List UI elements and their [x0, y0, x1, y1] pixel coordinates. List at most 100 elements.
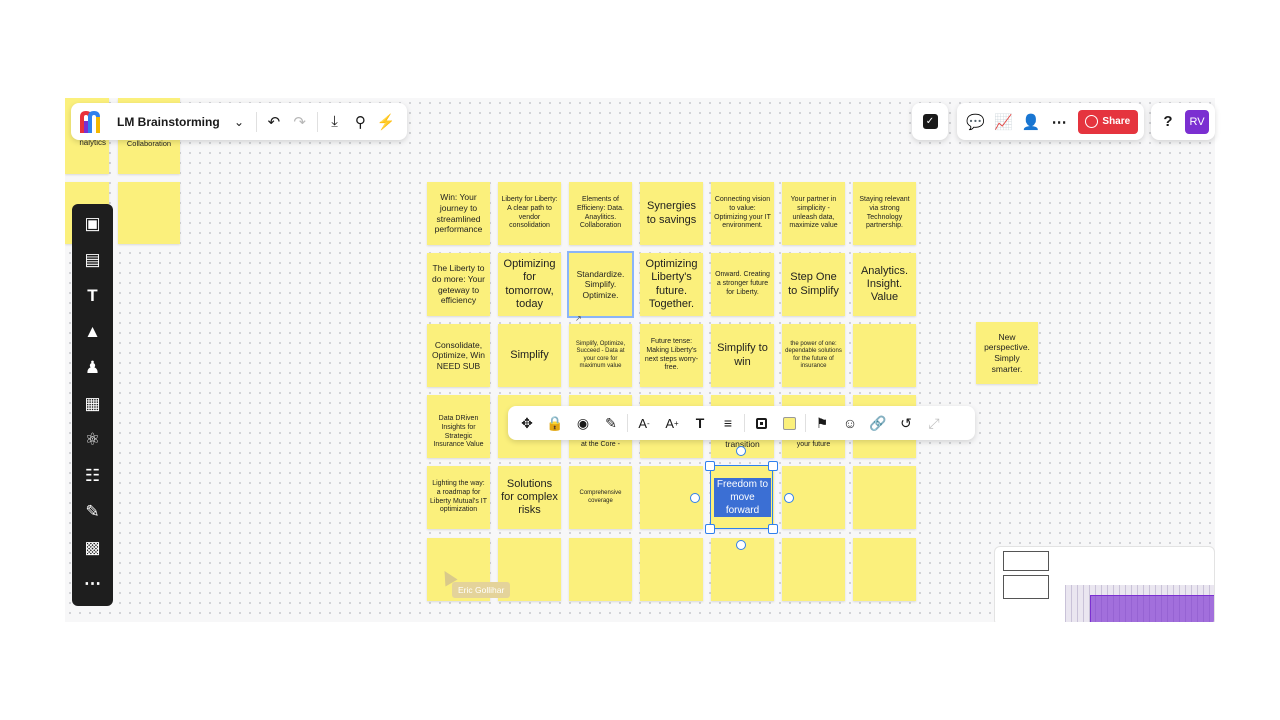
font-decrease-icon[interactable]: A-	[630, 409, 658, 437]
connector-handle[interactable]	[690, 493, 700, 503]
resize-handle[interactable]	[705, 524, 715, 534]
board-canvas[interactable]: nalytics Collaboration Win: Your journey…	[65, 98, 1215, 622]
sticky-note[interactable]: Staying relevant via strong Technology p…	[853, 182, 916, 245]
mind-map-icon[interactable]: ⚛	[73, 422, 113, 458]
more-icon[interactable]: ⋯	[73, 566, 113, 602]
add-reaction-icon[interactable]: ☺	[836, 409, 864, 437]
sticky-note-text: Consolidate, Optimize, Win NEED SUB	[432, 339, 485, 371]
divider	[627, 414, 628, 432]
sticky-note[interactable]	[853, 538, 916, 601]
sticky-note[interactable]: Onward. Creating a stronger future for L…	[711, 253, 774, 316]
shapes-icon[interactable]: ▲	[73, 314, 113, 350]
text-icon[interactable]: T	[73, 278, 113, 314]
image-icon[interactable]: ▦	[73, 386, 113, 422]
border-icon[interactable]	[747, 409, 775, 437]
connector-handle[interactable]	[736, 446, 746, 456]
resize-handle[interactable]	[705, 461, 715, 471]
sticky-note[interactable]: the power of one: dependable solutions f…	[782, 324, 845, 387]
share-label: Share	[1102, 116, 1131, 127]
search-icon[interactable]: ⚲	[347, 109, 373, 135]
sticky-note-text: Synergies to savings	[646, 200, 697, 226]
llama-icon[interactable]: ♟	[73, 350, 113, 386]
sticky-note[interactable]: Analytics. Insight. Value	[853, 253, 916, 316]
app-logo[interactable]	[79, 109, 105, 135]
minimap-frame	[1003, 551, 1049, 571]
pen-icon[interactable]: ✎	[597, 409, 625, 437]
sticky-note[interactable]: Connecting vision to value: Optimizing y…	[711, 182, 774, 245]
help-icon[interactable]: ?	[1155, 109, 1181, 135]
hide-icon[interactable]: ◉	[569, 409, 597, 437]
redo-icon[interactable]: ↷	[287, 109, 313, 135]
sticky-note[interactable]: The Liberty to do more: Your geteway to …	[427, 253, 490, 316]
move-icon[interactable]: ✥	[513, 409, 541, 437]
connector-handle[interactable]	[736, 540, 746, 550]
table-icon[interactable]: ☷	[73, 458, 113, 494]
sticky-note-text: Simplify to win	[717, 342, 768, 368]
convert-icon[interactable]: ↺	[892, 409, 920, 437]
sticky-note-text: Step One to Simplify	[788, 271, 839, 297]
minimap[interactable]	[994, 546, 1215, 622]
sticky-note[interactable]: New perspective. Simply smarter.	[976, 322, 1038, 384]
text-format-icon[interactable]: T	[686, 409, 714, 437]
lock-icon[interactable]: 🔒	[541, 409, 569, 437]
sticky-note-text: Collaboration	[126, 138, 172, 148]
sticky-note[interactable]: Standardize. Simplify. Optimize.	[567, 251, 634, 318]
sticky-note[interactable]: Solutions for complex risks	[498, 466, 561, 529]
sticky-note[interactable]: Synergies to savings	[640, 182, 703, 245]
sticky-note-text: your future	[796, 441, 831, 449]
sticky-note[interactable]	[640, 538, 703, 601]
checkbox-icon[interactable]: ✓	[922, 114, 938, 129]
sticky-note-text: Simplify, Optimize, Succeed - Data at yo…	[575, 340, 626, 370]
sticky-note[interactable]: Win: Your journey to streamlined perform…	[427, 182, 490, 245]
resize-handle[interactable]	[768, 524, 778, 534]
undo-icon[interactable]: ↶	[261, 109, 287, 135]
sticky-note[interactable]: Data DRiven Insights for Strategic Insur…	[427, 395, 490, 458]
fill-color-icon[interactable]	[775, 409, 803, 437]
selection-frame	[710, 465, 773, 529]
align-icon[interactable]: ≡	[714, 409, 742, 437]
sticky-note[interactable]: Simplify	[498, 324, 561, 387]
templates-icon[interactable]: ▣	[73, 206, 113, 242]
board-title[interactable]: LM Brainstorming	[117, 115, 226, 129]
more-icon[interactable]: ⋯	[1047, 109, 1072, 135]
share-button[interactable]: Share	[1077, 109, 1138, 134]
sticky-note[interactable]: Future tense: Making Liberty's next step…	[640, 324, 703, 387]
link-icon[interactable]: ↗	[575, 314, 582, 323]
minimap-viewport[interactable]	[1090, 595, 1214, 622]
font-increase-icon[interactable]: A +	[658, 409, 686, 437]
sticky-note[interactable]: Lighting the way: a roadmap for Liberty …	[427, 466, 490, 529]
sticky-note[interactable]: Optimizing Liberty's future. Together.	[640, 253, 703, 316]
sticky-note[interactable]	[782, 538, 845, 601]
tag-icon[interactable]: ⚑	[808, 409, 836, 437]
chevron-down-icon[interactable]: ⌄	[226, 109, 252, 135]
sticky-note[interactable]	[853, 324, 916, 387]
pen-icon[interactable]: ✎	[73, 494, 113, 530]
download-icon[interactable]: ⤓	[322, 109, 348, 135]
sticky-note[interactable]: Comprehensive coverage	[569, 466, 632, 529]
user-icon[interactable]: 👤	[1019, 109, 1044, 135]
share-user-icon	[1085, 115, 1099, 128]
avatar[interactable]: RV	[1185, 109, 1209, 134]
sticky-note[interactable]: Optimizing for tomorrow, today	[498, 253, 561, 316]
sticky-note[interactable]: Simplify to win	[711, 324, 774, 387]
expand-icon[interactable]: ⤢	[920, 409, 948, 437]
sticky-note-edge[interactable]	[118, 182, 180, 244]
sticky-note-text: Future tense: Making Liberty's next step…	[644, 338, 699, 372]
divider	[316, 111, 318, 132]
activity-icon[interactable]: 📈	[991, 109, 1016, 135]
connector-handle[interactable]	[784, 493, 794, 503]
resize-handle[interactable]	[768, 461, 778, 471]
lightning-icon[interactable]: ⚡	[373, 109, 399, 135]
sticky-note[interactable]: Your partner in simplicity - unleash dat…	[782, 182, 845, 245]
sticky-note[interactable]	[569, 538, 632, 601]
sticky-note[interactable]: Simplify, Optimize, Succeed - Data at yo…	[569, 324, 632, 387]
comment-icon[interactable]: 💬	[963, 109, 988, 135]
frame-icon[interactable]: ▩	[73, 530, 113, 566]
sticky-note[interactable]: Step One to Simplify	[782, 253, 845, 316]
sticky-note[interactable]: Elements of Efficieny: Data. Anaylitics.…	[569, 182, 632, 245]
sticky-note[interactable]	[853, 466, 916, 529]
sticky-note-icon[interactable]: ▤	[73, 242, 113, 278]
sticky-note[interactable]: Liberty for Liberty: A clear path to ven…	[498, 182, 561, 245]
sticky-note[interactable]: Consolidate, Optimize, Win NEED SUB	[427, 324, 490, 387]
link-icon[interactable]: 🔗	[864, 409, 892, 437]
